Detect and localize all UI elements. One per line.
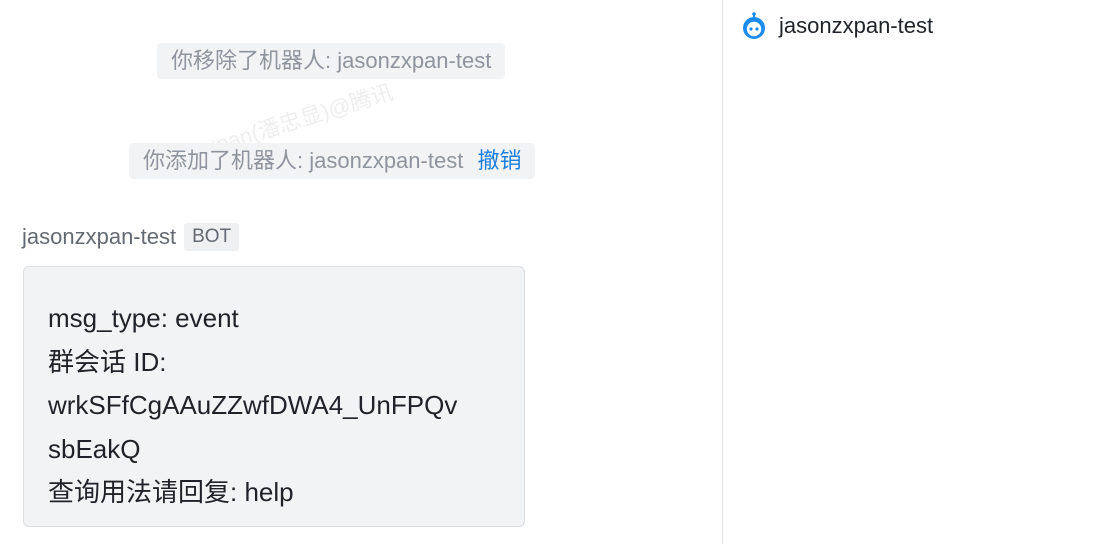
system-message-text: 你添加了机器人: jasonzxpan-test <box>143 148 464 173</box>
message-line: 查询用法请回复: help <box>48 477 294 507</box>
chat-pane: jasonzxpan(潘忠显)@腾讯 你移除了机器人: jasonzxpan-t… <box>0 0 722 544</box>
message-header: jasonzxpan-test BOT <box>22 222 240 252</box>
member-panel: jasonzxpan-test <box>723 0 1114 544</box>
bot-badge: BOT <box>184 223 240 251</box>
bot-list-item[interactable]: jasonzxpan-test <box>739 10 933 42</box>
message-card[interactable]: msg_type: event 群会话 ID: wrkSFfCgAAuZZwfD… <box>23 266 525 527</box>
system-message-removed: 你移除了机器人: jasonzxpan-test <box>157 43 506 79</box>
undo-link[interactable]: 撤销 <box>477 148 521 173</box>
system-message-added: 你添加了机器人: jasonzxpan-test 撤销 <box>129 143 536 179</box>
message-line: wrkSFfCgAAuZZwfDWA4_UnFPQv <box>48 390 458 420</box>
bot-list-item-name: jasonzxpan-test <box>779 13 934 38</box>
system-message-text: 你移除了机器人: jasonzxpan-test <box>171 48 492 73</box>
message-line: 群会话 ID: <box>48 346 167 377</box>
message-line: sbEakQ <box>48 433 141 464</box>
message-line: msg_type: event <box>48 303 239 333</box>
robot-icon <box>743 12 765 39</box>
sender-name[interactable]: jasonzxpan-test <box>22 224 176 250</box>
chat-window: jasonzxpan(潘忠显)@腾讯 你移除了机器人: jasonzxpan-t… <box>0 0 1114 544</box>
